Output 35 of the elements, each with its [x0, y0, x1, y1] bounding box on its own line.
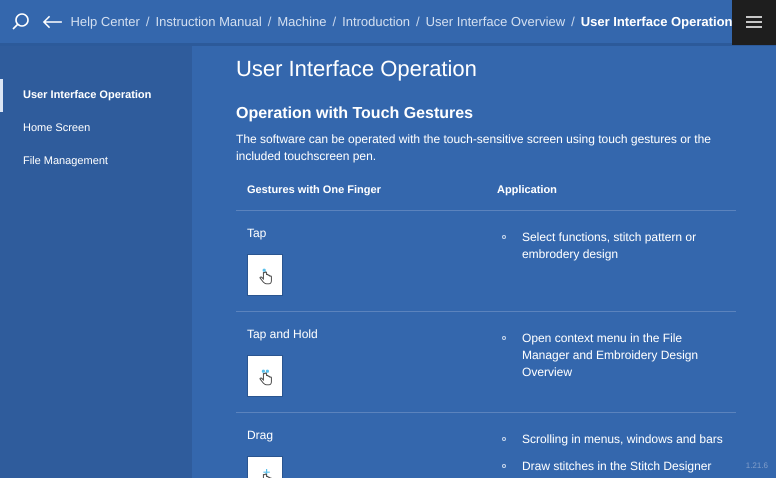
- sidebar-item[interactable]: User Interface Operation: [0, 79, 192, 112]
- intro-paragraph: The software can be operated with the touch-sensitive screen using touch gestures or the included touchscreen pen.: [236, 131, 712, 165]
- breadcrumb-separator: /: [416, 12, 420, 31]
- breadcrumb-link[interactable]: User Interface Overview: [426, 12, 566, 32]
- column-header: Application: [496, 183, 557, 198]
- breadcrumb-separator: /: [332, 12, 336, 31]
- breadcrumb-link[interactable]: Introduction: [342, 12, 410, 32]
- application-text: Draw stitches in the Stitch Designer: [522, 458, 712, 475]
- gesture-name: Tap and Hold: [247, 326, 319, 343]
- application-text: Open context menu in the File Manager and Embroidery Design Overview: [522, 330, 700, 381]
- application-text: Scrolling in menus, windows and bars: [522, 431, 723, 448]
- breadcrumb-separator: /: [268, 12, 272, 31]
- bullet-icon: [502, 437, 506, 441]
- bullet-icon: [502, 235, 506, 239]
- breadcrumb-link[interactable]: Instruction Manual: [155, 12, 262, 32]
- breadcrumb-link[interactable]: Help Center: [70, 12, 140, 32]
- breadcrumb-link[interactable]: User Interface Operation: [580, 12, 732, 32]
- breadcrumb-separator: /: [146, 12, 150, 31]
- column-header: Gestures with One Finger: [246, 183, 382, 198]
- bullet-icon: [502, 336, 506, 340]
- breadcrumb-separator: /: [571, 12, 575, 31]
- page-title: User Interface Operation: [236, 55, 478, 83]
- bullet-icon: [502, 464, 506, 468]
- application-text: Select functions, stitch pattern or embrodery design: [522, 229, 698, 263]
- menu-icon: [746, 16, 762, 28]
- sidebar-item[interactable]: Home Screen: [0, 112, 192, 145]
- gesture-name: Tap: [247, 225, 268, 242]
- menu-button[interactable]: [732, 0, 776, 44]
- section-title: Operation with Touch Gestures: [236, 104, 474, 124]
- breadcrumb-link[interactable]: Machine: [277, 12, 326, 32]
- version-label: 1.21.6: [746, 460, 768, 472]
- search-icon: [10, 12, 31, 32]
- back-arrow-icon[interactable]: [42, 14, 62, 30]
- sidebar-item[interactable]: File Management: [0, 145, 192, 178]
- gesture-name: Drag: [247, 427, 274, 444]
